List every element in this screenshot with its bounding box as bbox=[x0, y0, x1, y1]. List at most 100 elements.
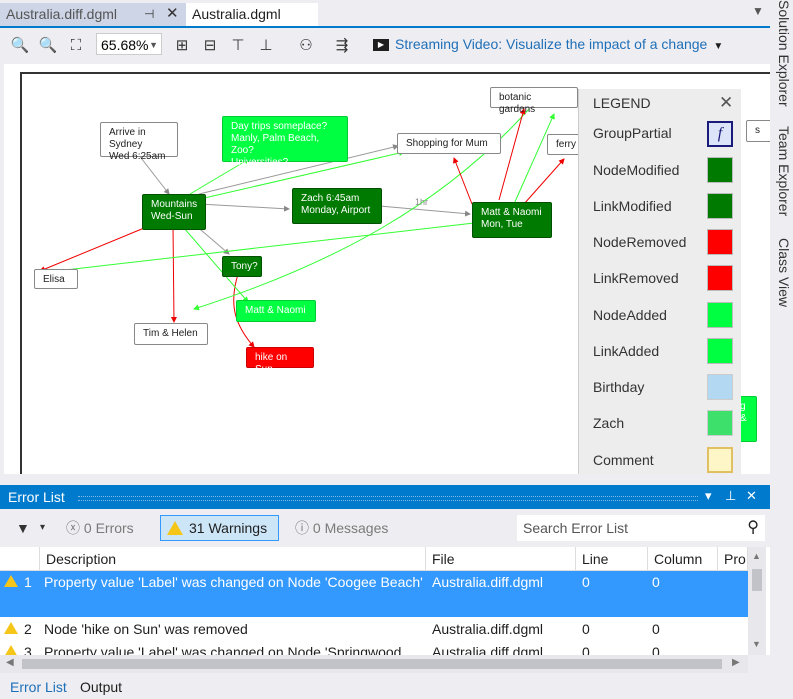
zoom-out-icon[interactable]: 🔍 bbox=[38, 36, 58, 56]
node-elisa[interactable]: Elisa bbox=[34, 269, 78, 289]
node-tony[interactable]: Tony? bbox=[222, 256, 262, 277]
column-header-icon[interactable] bbox=[0, 547, 40, 571]
window-position-dropdown-icon[interactable]: ▾ bbox=[705, 488, 712, 504]
tab-output[interactable]: Output bbox=[80, 679, 122, 695]
row-file: Australia.diff.dgml bbox=[432, 644, 544, 655]
errors-count: 0 Errors bbox=[83, 520, 134, 536]
row-description: Property value 'Label' was changed on No… bbox=[44, 574, 423, 590]
node-tim-helen[interactable]: Tim & Helen bbox=[134, 323, 208, 345]
column-header-project[interactable]: Pro bbox=[718, 547, 748, 571]
error-list-title-bar: Error List ▾ ⊥ ✕ bbox=[0, 485, 770, 509]
dependency-matrix-icon[interactable]: ⇶ bbox=[332, 36, 352, 56]
edge bbox=[453, 157, 473, 205]
cluster-layout-icon[interactable]: ⚇ bbox=[296, 36, 316, 56]
pin-icon[interactable]: ⊥ bbox=[725, 488, 736, 504]
table-row[interactable]: 1 Property value 'Label' was changed on … bbox=[0, 571, 748, 617]
legend-label-noderemoved: NodeRemoved bbox=[593, 234, 687, 250]
error-list-title: Error List bbox=[8, 489, 65, 505]
tab-label: Australia.dgml bbox=[192, 6, 281, 22]
tab-label: Australia.diff.dgml bbox=[6, 6, 118, 22]
search-placeholder: Search Error List bbox=[523, 520, 629, 536]
chevron-down-icon[interactable]: ▼ bbox=[713, 41, 723, 52]
warning-icon bbox=[167, 521, 183, 535]
column-header-column[interactable]: Column bbox=[648, 547, 718, 571]
document-tab-strip: Australia.diff.dgml ⊣ ✕ Australia.dgml ▼ bbox=[0, 0, 770, 28]
error-list-search-input[interactable]: Search Error List ⚲ bbox=[517, 515, 765, 541]
legend-swatch-grouppartial: f bbox=[707, 121, 733, 147]
row-line: 0 bbox=[582, 644, 590, 655]
errors-filter-button[interactable]: ⓧ 0 Errors bbox=[66, 515, 134, 541]
side-tab-class-view[interactable]: Class View bbox=[776, 238, 792, 307]
graph-canvas[interactable]: 1hr Arrive in Sydney Wed 6:25am Day trip… bbox=[4, 64, 770, 474]
graph-toolbar: 🔍 🔍 ⛶ 65.68% ▼ ⊞ ⊟ ⊤ ⊥ ⚇ ⇶ ▶ Streaming Vi… bbox=[0, 28, 770, 62]
column-header-line[interactable]: Line bbox=[576, 547, 648, 571]
table-row[interactable]: 2 Node 'hike on Sun' was removed Austral… bbox=[0, 618, 748, 641]
node-hike-on-sun[interactable]: hike on Sun bbox=[246, 347, 314, 375]
filter-icon[interactable]: ▼ bbox=[16, 515, 30, 541]
node-mountains[interactable]: Mountains Wed-Sun bbox=[142, 194, 206, 230]
node-matt-naomi[interactable]: Matt & Naomi bbox=[236, 300, 316, 322]
layout-top-down-icon[interactable]: ⊤ bbox=[228, 36, 248, 56]
node-botanic-gardens[interactable]: botanic gardens bbox=[490, 87, 578, 115]
node-zach[interactable]: Zach 6:45am Monday, Airport bbox=[292, 188, 382, 224]
node-arrive-in-sydney[interactable]: Arrive in Sydney Wed 6:25am bbox=[100, 122, 178, 162]
close-icon[interactable]: ✕ bbox=[746, 488, 757, 504]
error-list-table: Description File Line Column Pro 1 Prope… bbox=[0, 547, 770, 655]
scroll-thumb[interactable] bbox=[752, 569, 762, 591]
side-tab-team-explorer[interactable]: Team Explorer bbox=[776, 126, 792, 216]
column-header-description[interactable]: Description bbox=[40, 547, 426, 571]
warnings-count: 31 Warnings bbox=[189, 520, 268, 536]
zoom-to-fit-icon[interactable]: ⛶ bbox=[66, 36, 86, 56]
error-icon: ⓧ bbox=[66, 520, 80, 536]
layout-bottom-up-icon[interactable]: ⊥ bbox=[256, 36, 276, 56]
tab-error-list[interactable]: Error List bbox=[10, 679, 67, 695]
legend-label-linkadded: LinkAdded bbox=[593, 343, 660, 359]
warnings-filter-button[interactable]: 31 Warnings bbox=[160, 515, 279, 541]
scroll-right-icon[interactable]: ▶ bbox=[732, 657, 740, 668]
legend-label-comment: Comment bbox=[593, 452, 654, 468]
legend-label-linkmodified: LinkModified bbox=[593, 198, 672, 214]
messages-filter-button[interactable]: ⓘ 0 Messages bbox=[295, 515, 388, 541]
row-line: 0 bbox=[582, 621, 590, 637]
row-number: 1 bbox=[24, 574, 32, 590]
zoom-level-combobox[interactable]: 65.68% ▼ bbox=[96, 33, 162, 55]
streaming-label: Streaming Video: Visualize the impact of… bbox=[395, 36, 708, 52]
layout-left-right-icon[interactable]: ⊞ bbox=[172, 36, 192, 56]
edge bbox=[170, 225, 177, 323]
row-line: 0 bbox=[582, 574, 590, 590]
node-partial-right[interactable]: s bbox=[746, 120, 770, 142]
row-column: 0 bbox=[652, 574, 660, 590]
search-icon[interactable]: ⚲ bbox=[747, 515, 759, 541]
legend-swatch-linkadded bbox=[707, 338, 733, 364]
streaming-video-link[interactable]: ▶ Streaming Video: Visualize the impact o… bbox=[373, 33, 723, 58]
scroll-up-icon[interactable]: ▲ bbox=[752, 551, 761, 561]
layout-right-left-icon[interactable]: ⊟ bbox=[200, 36, 220, 56]
scroll-down-icon[interactable]: ▼ bbox=[752, 639, 761, 649]
close-tab-icon[interactable]: ✕ bbox=[166, 3, 179, 25]
vertical-scrollbar[interactable]: ▲ ▼ bbox=[748, 547, 766, 655]
node-shopping-for-mum[interactable]: Shopping for Mum bbox=[397, 133, 501, 154]
legend-label-nodemodified: NodeModified bbox=[593, 162, 680, 178]
scroll-thumb[interactable] bbox=[22, 659, 722, 669]
legend-swatch-birthday bbox=[707, 374, 733, 400]
table-row[interactable]: 3 Property value 'Label' was changed on … bbox=[0, 641, 748, 655]
legend-label-birthday: Birthday bbox=[593, 379, 645, 395]
legend-swatch-linkremoved bbox=[707, 265, 733, 291]
close-icon[interactable]: ✕ bbox=[719, 93, 733, 113]
column-header-file[interactable]: File bbox=[426, 547, 576, 571]
edge-label-1hr: 1hr bbox=[415, 197, 428, 207]
tab-list-dropdown-icon[interactable]: ▼ bbox=[752, 4, 764, 18]
side-tab-solution-explorer[interactable]: Solution Explorer bbox=[776, 0, 792, 107]
tab-australia[interactable]: Australia.dgml bbox=[186, 3, 318, 26]
bottom-tool-tabs: Error List Output bbox=[0, 676, 793, 699]
legend-label-zach: Zach bbox=[593, 415, 625, 431]
filter-dropdown-icon[interactable]: ▾ bbox=[40, 515, 45, 541]
row-number: 3 bbox=[24, 644, 32, 655]
horizontal-scrollbar[interactable]: ◀ ▶ bbox=[0, 655, 748, 673]
tab-australia-diff[interactable]: Australia.diff.dgml ⊣ ✕ bbox=[0, 3, 194, 26]
node-day-trips[interactable]: Day trips someplace? Manly, Palm Beach, … bbox=[222, 116, 348, 168]
scroll-left-icon[interactable]: ◀ bbox=[6, 657, 14, 668]
pin-icon[interactable]: ⊣ bbox=[144, 3, 154, 25]
node-matt-naomi-mon-tue[interactable]: Matt & Naomi Mon, Tue bbox=[472, 202, 552, 238]
zoom-in-icon[interactable]: 🔍 bbox=[10, 36, 30, 56]
